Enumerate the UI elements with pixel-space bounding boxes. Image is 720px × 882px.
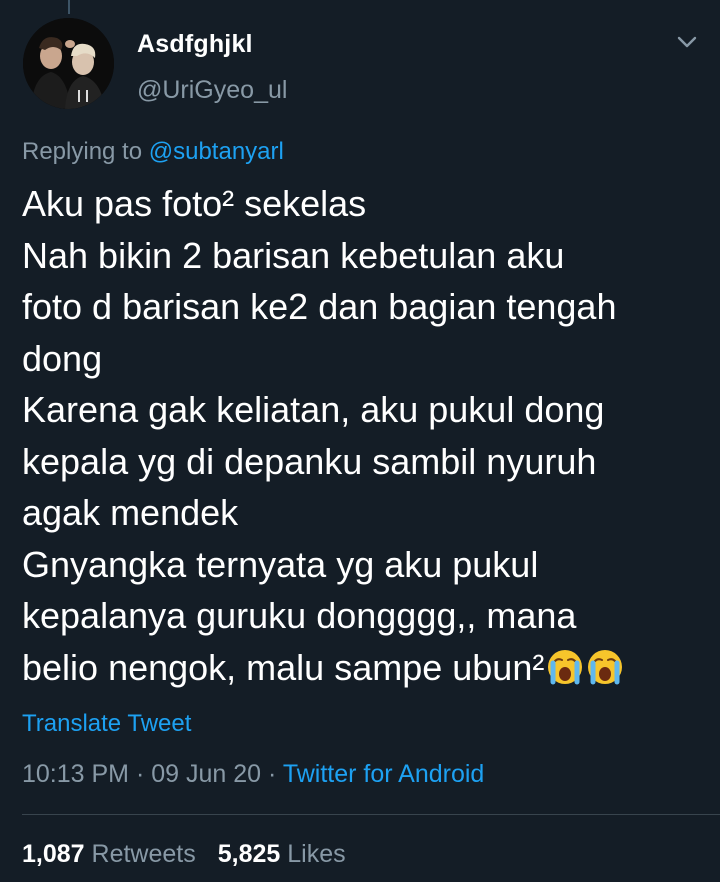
tweet-text-line: Aku pas foto² sekelas [22, 183, 367, 224]
tweet-text-line-content: belio nengok, malu sampe ubun² [22, 646, 545, 688]
retweets-count: 1,087 [22, 840, 85, 868]
likes-label: Likes [287, 840, 346, 868]
tweet-text-line: Nah bikin 2 barisan kebetulan aku [22, 234, 565, 276]
tweet-stats: 1,087 Retweets 5,825 Likes [22, 840, 346, 869]
tweet-text-line: kepala yg di depanku sambil nyuruh [22, 440, 597, 482]
retweets-stat[interactable]: 1,087 Retweets [22, 840, 196, 868]
replying-prefix: Replying to [22, 138, 143, 165]
tweet-time: 10:13 PM [22, 760, 130, 788]
thread-connector-line [68, 0, 70, 14]
meta-separator: · [268, 760, 277, 788]
tweet-date: 09 Jun 20 [151, 760, 262, 788]
tweet-text-line: kepalanya guruku dongggg,, mana [22, 595, 577, 636]
translate-tweet-link[interactable]: Translate Tweet [22, 710, 191, 738]
tweet-text-line: dong [22, 337, 103, 379]
tweet-meta: 10:13 PM · 09 Jun 20 · Twitter for Andro… [22, 760, 484, 789]
tweet-text-line-last: belio nengok, malu sampe ubun² [22, 642, 712, 694]
divider [22, 814, 720, 815]
avatar-photo [23, 18, 114, 109]
tweet-source-link[interactable]: Twitter for Android [283, 760, 484, 788]
replying-to: Replying to @subtanyarl [22, 138, 284, 166]
display-name[interactable]: Asdfghjkl [137, 30, 253, 59]
tweet-text: Aku pas foto² sekelas Nah bikin 2 barisa… [22, 178, 712, 693]
chevron-down-icon[interactable] [676, 34, 698, 50]
tweet-text-line: Karena gak keliatan, aku pukul dong [22, 389, 605, 430]
replying-to-mention[interactable]: @subtanyarl [149, 138, 284, 165]
likes-count: 5,825 [217, 840, 281, 868]
crying-face-emoji-icon [546, 648, 584, 686]
crying-face-emoji-icon [586, 648, 624, 686]
tweet-text-line: foto d barisan ke2 dan bagian tengah [22, 286, 617, 327]
likes-stat[interactable]: 5,825 Likes [218, 840, 346, 868]
avatar[interactable] [23, 18, 114, 109]
user-handle[interactable]: @UriGyeo_ul [137, 76, 287, 105]
tweet-text-line: Gnyangka ternyata yg aku pukul [22, 543, 539, 585]
meta-separator: · [135, 760, 145, 788]
tweet-text-line: agak mendek [22, 492, 239, 533]
retweets-label: Retweets [91, 840, 196, 868]
